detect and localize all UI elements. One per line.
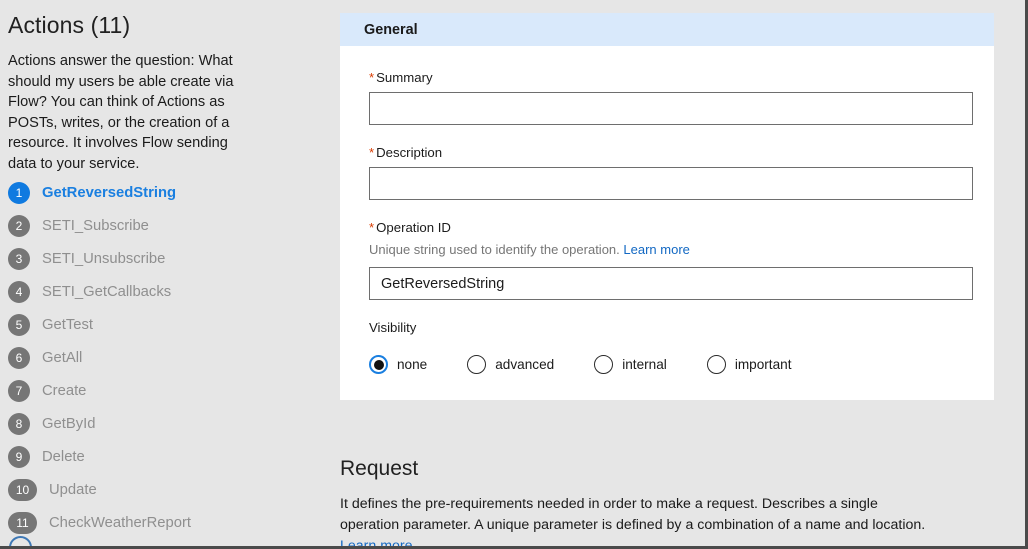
visibility-radio-none[interactable]: none [369,355,427,374]
visibility-radio-label: none [397,357,428,372]
action-item-label: CheckWeatherReport [49,514,192,531]
visibility-field-group: Visibility none advanced internal important [369,320,970,374]
action-list-item[interactable]: 6 GetAll [0,341,335,374]
action-list-item[interactable]: 5 GetTest [0,308,335,341]
action-number-badge: 10 [8,478,37,501]
action-item-label: SETI_GetCallbacks [42,283,172,300]
visibility-label: Visibility [369,320,417,335]
request-section: Request It defines the pre-requirements … [340,457,994,546]
action-number-badge: 5 [8,313,30,336]
summary-label: * Summary [369,70,970,85]
required-asterisk-icon: * [369,145,375,160]
request-title: Request [340,457,419,480]
description-label: * Description [369,145,970,160]
radio-circle-icon[interactable] [369,355,388,374]
app-window: Actions (11) Actions answer the question… [0,0,1028,549]
action-item-label: Delete [42,448,85,465]
action-list-item[interactable]: 9 Delete [0,440,335,473]
request-description-text: It defines the pre-requirements needed i… [340,496,926,533]
radio-circle-icon[interactable] [706,355,726,374]
request-learn-more-link[interactable]: Learn more [340,538,413,546]
radio-circle-icon[interactable] [467,355,487,374]
page-title: Actions (11) [8,12,131,38]
visibility-radio-label: internal [622,357,667,372]
summary-input[interactable] [369,92,973,125]
operation-id-label-text: Operation ID [376,220,451,235]
action-number-badge: 6 [8,346,30,369]
action-number-badge: 9 [8,445,30,468]
summary-label-text: Summary [376,70,433,85]
action-item-label: SETI_Subscribe [42,217,149,234]
operation-id-helper: Unique string used to identify the opera… [369,242,970,257]
action-list-item[interactable]: 1 GetReversedString [0,176,335,209]
action-list-item[interactable]: 2 SETI_Subscribe [0,209,335,242]
operation-id-label: * Operation ID [369,220,970,235]
operation-id-learn-more-link[interactable]: Learn more [623,242,689,257]
action-item-label: GetTest [42,316,93,333]
action-number-badge: 4 [8,280,30,303]
general-card-header: General [340,13,994,46]
action-item-label: Create [42,382,87,399]
description-field-group: * Description [369,145,973,200]
visibility-radio-internal[interactable]: internal [594,355,667,374]
action-item-label: SETI_Unsubscribe [42,250,166,267]
visibility-radio-group: none advanced internal important [369,355,970,374]
general-card-body: * Summary * Description * Operation ID U… [340,46,994,400]
action-item-label: GetAll [42,349,83,366]
required-asterisk-icon: * [369,220,375,235]
action-list-item[interactable]: 11 CheckWeatherReport [0,506,335,539]
action-list-item[interactable]: 10 Update [0,473,335,506]
action-number-badge: 8 [8,412,30,435]
action-list-item[interactable]: 3 SETI_Unsubscribe [0,242,335,275]
visibility-radio-label: advanced [495,357,555,372]
action-list-item[interactable]: 8 GetById [0,407,335,440]
summary-field-group: * Summary [369,70,973,125]
action-number-badge: 1 [8,181,30,204]
action-item-label: GetById [42,415,96,432]
operation-id-input[interactable] [369,267,973,300]
general-card: General * Summary * Description * Operat… [340,13,994,400]
visibility-radio-label: important [734,357,792,372]
actions-sidebar: Actions (11) Actions answer the question… [0,0,335,546]
action-number-badge: 7 [8,379,30,402]
action-item-label: GetReversedString [42,184,177,201]
required-asterisk-icon: * [369,70,375,85]
action-number-badge: 11 [8,511,37,534]
general-header-label: General [364,21,418,38]
action-list-item[interactable]: 4 SETI_GetCallbacks [0,275,335,308]
description-label-text: Description [376,145,443,160]
operation-id-field-group: * Operation ID Unique string used to iden… [369,220,973,300]
action-list-item[interactable]: 7 Create [0,374,335,407]
action-number-badge: 2 [8,214,30,237]
request-description: It defines the pre-requirements needed i… [340,494,940,546]
description-input[interactable] [369,167,973,200]
action-detail-pane: General * Summary * Description * Operat… [335,0,1025,546]
visibility-radio-advanced[interactable]: advanced [467,355,554,374]
visibility-radio-important[interactable]: important [706,355,792,374]
operation-id-helper-text: Unique string used to identify the opera… [369,242,620,257]
radio-circle-icon[interactable] [594,355,614,374]
action-item-label: Update [49,481,97,498]
sidebar-description: Actions answer the question: What should… [8,53,234,172]
actions-list: 1 GetReversedString 2 SETI_Subscribe 3 SETI_U… [0,176,335,539]
action-number-badge: 3 [8,247,30,270]
